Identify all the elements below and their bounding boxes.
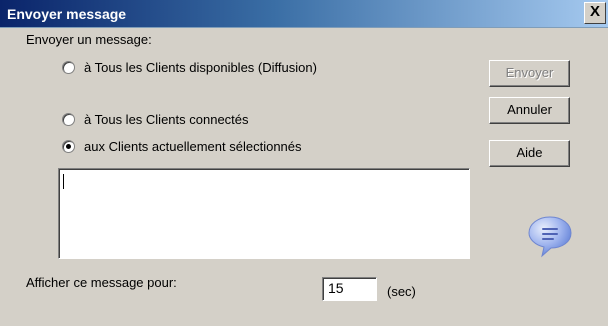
speech-bubble-icon [528, 216, 572, 258]
duration-input[interactable]: 15 [322, 277, 377, 301]
text-caret [63, 174, 64, 189]
send-group-label: Envoyer un message: [26, 32, 152, 47]
radio-label: à Tous les Clients connectés [84, 112, 249, 127]
duration-unit: (sec) [387, 284, 416, 299]
duration-label: Afficher ce message pour: [26, 275, 177, 290]
radio-button[interactable] [62, 61, 75, 74]
radio-label: à Tous les Clients disponibles (Diffusio… [84, 60, 317, 75]
cancel-button[interactable]: Annuler [489, 97, 570, 124]
help-button[interactable]: Aide [489, 140, 570, 167]
close-button[interactable]: X [584, 2, 606, 24]
message-textarea[interactable] [58, 168, 470, 259]
radio-button-checked[interactable] [62, 140, 75, 153]
title-bar[interactable]: Envoyer message X [0, 0, 608, 28]
window-title: Envoyer message [7, 6, 127, 22]
radio-button[interactable] [62, 113, 75, 126]
radio-label: aux Clients actuellement sélectionnés [84, 139, 302, 154]
dialog-body: Envoyer un message: à Tous les Clients d… [0, 28, 608, 326]
close-icon: X [589, 3, 600, 20]
send-button[interactable]: Envoyer [489, 60, 570, 87]
